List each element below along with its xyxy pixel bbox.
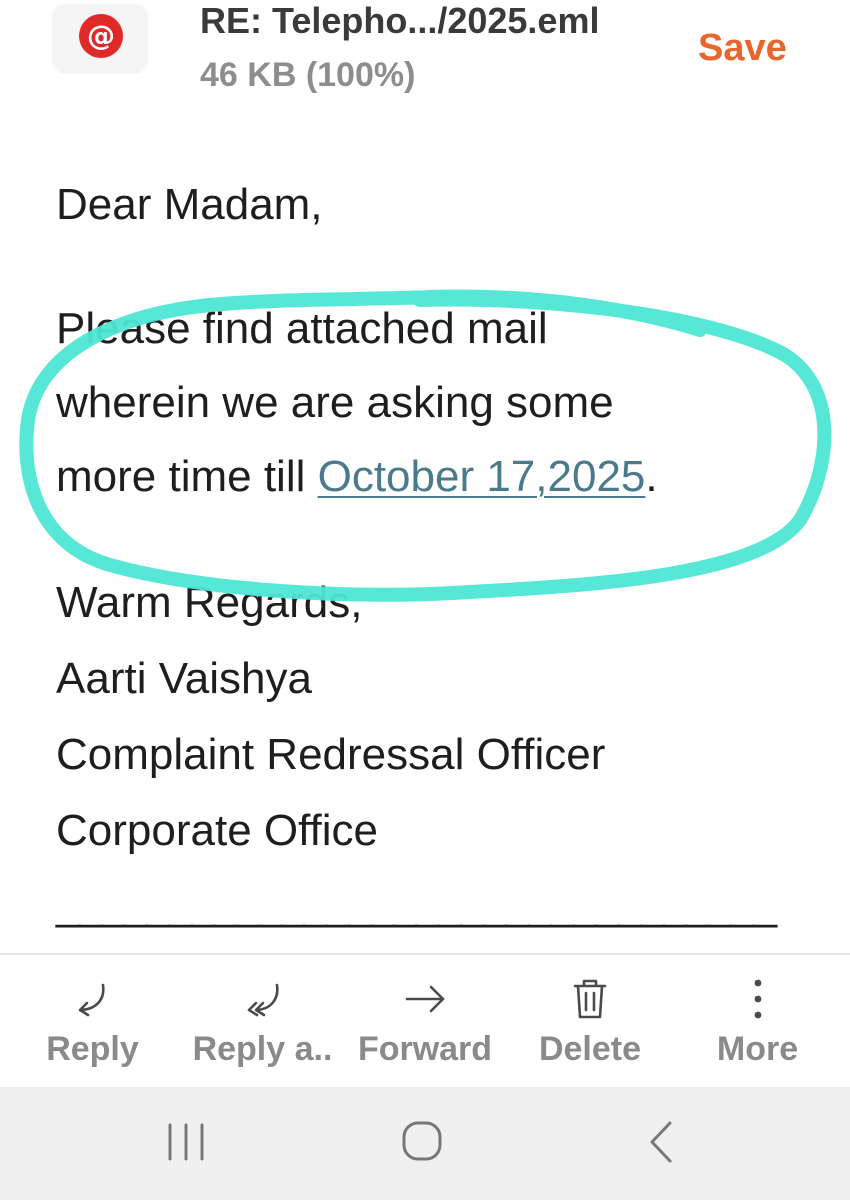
delete-label: Delete bbox=[538, 1030, 642, 1068]
reply-all-button[interactable]: Reply a.. bbox=[180, 955, 345, 1087]
attachment-header: @ RE: Telepho.../2025.eml 46 KB (100%) S… bbox=[0, 0, 850, 110]
recents-icon[interactable] bbox=[156, 1117, 216, 1167]
more-button[interactable]: More bbox=[690, 955, 825, 1087]
signature-separator: ________________________________ bbox=[56, 880, 777, 929]
system-navigation-bar bbox=[0, 1087, 850, 1200]
back-icon[interactable] bbox=[632, 1117, 692, 1167]
email-greeting: Dear Madam, bbox=[56, 180, 323, 229]
date-link[interactable]: October 17,2025 bbox=[318, 452, 646, 501]
email-app-icon: @ bbox=[79, 14, 123, 58]
signature-name: Aarti Vaishya bbox=[56, 654, 312, 703]
forward-icon bbox=[405, 985, 445, 1013]
save-button[interactable]: Save bbox=[698, 26, 787, 70]
forward-button[interactable]: Forward bbox=[350, 955, 500, 1087]
email-paragraph-line: Please find attached mail bbox=[56, 304, 548, 353]
signature-office: Corporate Office bbox=[56, 806, 379, 855]
email-action-bar: Reply Reply a.. Forward Delete More bbox=[0, 953, 850, 1085]
reply-button[interactable]: Reply bbox=[20, 955, 165, 1087]
reply-icon bbox=[78, 983, 105, 1017]
forward-label: Forward bbox=[357, 1030, 493, 1068]
home-icon[interactable] bbox=[392, 1117, 452, 1167]
signature-closing: Warm Regards, bbox=[56, 578, 363, 627]
more-label: More bbox=[716, 1030, 799, 1068]
reply-all-label: Reply a.. bbox=[192, 1030, 333, 1068]
paragraph-text: more time till bbox=[56, 452, 318, 501]
paragraph-period: . bbox=[645, 452, 658, 501]
reply-all-icon bbox=[247, 983, 279, 1017]
delete-button[interactable]: Delete bbox=[520, 955, 660, 1087]
more-vertical-icon bbox=[754, 979, 761, 1019]
email-paragraph-line: wherein we are asking some bbox=[56, 378, 614, 427]
trash-icon bbox=[573, 979, 607, 1019]
signature-title: Complaint Redressal Officer bbox=[56, 730, 606, 779]
email-paragraph-line: more time till October 17,2025. bbox=[56, 440, 658, 514]
reply-label: Reply bbox=[46, 1030, 139, 1068]
email-attachment-viewer: @ RE: Telepho.../2025.eml 46 KB (100%) S… bbox=[0, 0, 850, 1200]
attachment-file-name: RE: Telepho.../2025.eml bbox=[200, 0, 600, 41]
attachment-file-size: 46 KB (100%) bbox=[200, 56, 416, 94]
